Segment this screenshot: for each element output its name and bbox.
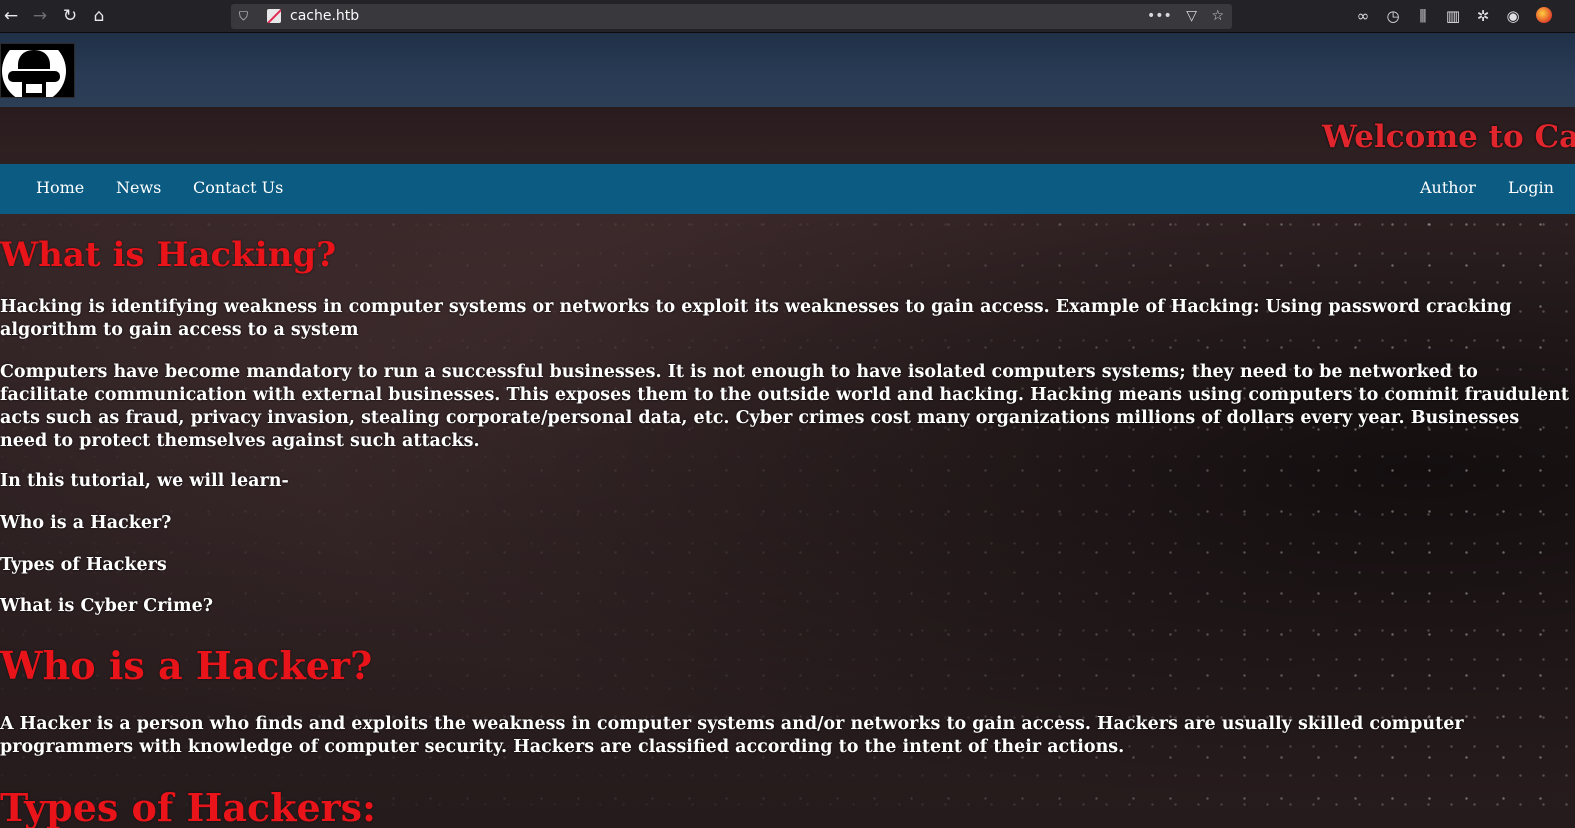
toc-item-cyber-crime: What is Cyber Crime? [0,596,213,616]
heading-types-of-hackers: Types of Hackers: [0,785,377,828]
toc-item-who-is-hacker: Who is a Hacker? [0,513,172,533]
url-actions: ••• ▽ ☆ [1137,4,1224,29]
account-icon[interactable]: ◉ [1503,6,1523,26]
main-nav: Home News Contact Us Author Login [0,164,1575,214]
site-header [0,33,1575,107]
paragraph-tutorial-intro: In this tutorial, we will learn- [0,471,289,491]
tracking-shield-icon[interactable]: ⛉ [239,8,253,24]
nav-news[interactable]: News [116,164,161,212]
insecure-lock-icon[interactable] [267,9,281,23]
history-icon[interactable]: ◷ [1383,6,1403,26]
url-bar[interactable]: ⛉ cache.htb ••• ▽ ☆ [231,4,1232,29]
forward-button[interactable]: → [29,5,51,27]
back-button[interactable]: ← [0,5,22,27]
extension-icon[interactable] [1536,7,1552,23]
welcome-banner: Welcome to Cache [0,107,1575,164]
welcome-text: Welcome to Cache [1322,119,1575,155]
private-mask-icon[interactable]: ∞ [1353,6,1373,26]
extension-gear-icon[interactable]: ✲ [1473,6,1493,26]
heading-who-is-hacker: Who is a Hacker? [0,643,373,688]
page-actions-icon[interactable]: ••• [1147,8,1172,24]
heading-what-is-hacking: What is Hacking? [0,235,337,275]
browser-toolbar: ← → ↻ ⌂ ⛉ cache.htb ••• ▽ ☆ ∞ ◷ ⫼ ▥ ✲ ◉ [0,0,1575,33]
hacker-logo-icon[interactable] [0,39,75,103]
nav-home[interactable]: Home [36,164,84,212]
toc-item-types-of-hackers: Types of Hackers [0,555,167,575]
pocket-icon[interactable]: ▽ [1186,8,1197,24]
sidebar-icon[interactable]: ▥ [1443,6,1463,26]
home-button[interactable]: ⌂ [88,5,110,27]
library-icon[interactable]: ⫼ [1413,6,1433,26]
paragraph-computers-businesses: Computers have become mandatory to run a… [0,362,1569,451]
paragraph-hacking-definition: Hacking is identifying weakness in compu… [0,297,1512,340]
reload-button[interactable]: ↻ [59,5,81,27]
nav-login[interactable]: Login [1508,164,1554,212]
web-page: Welcome to Cache Home News Contact Us Au… [0,33,1575,828]
bookmark-star-icon[interactable]: ☆ [1211,8,1224,24]
url-text[interactable]: cache.htb [290,4,359,29]
nav-author[interactable]: Author [1420,164,1476,212]
paragraph-hacker-definition: A Hacker is a person who finds and explo… [0,714,1464,757]
nav-contact-us[interactable]: Contact Us [193,164,283,212]
